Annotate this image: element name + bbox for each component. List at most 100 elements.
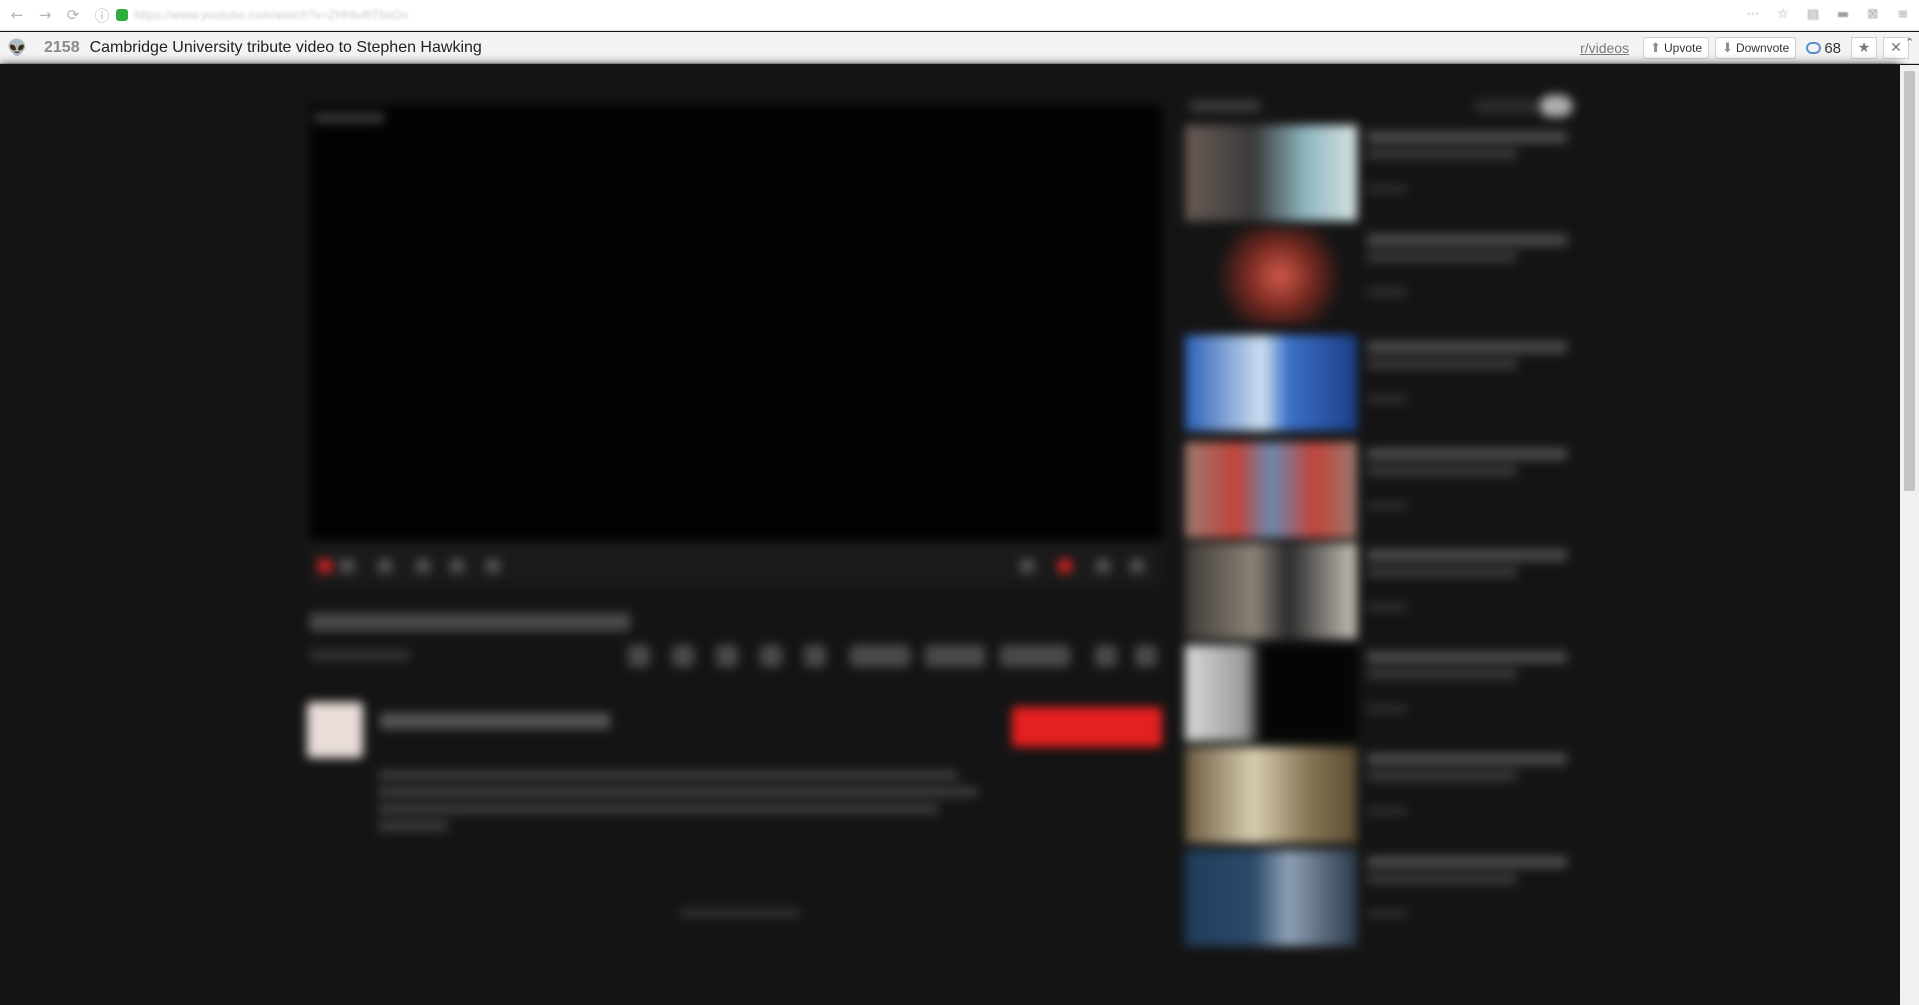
volume-icon[interactable]	[416, 559, 430, 573]
more-actions-icon[interactable]	[1095, 645, 1117, 667]
hd-settings-icon[interactable]	[1058, 559, 1072, 573]
info-icon[interactable]: ⓘ	[94, 4, 110, 26]
video-thumbnail[interactable]	[1185, 850, 1357, 946]
up-next-label	[1190, 100, 1260, 112]
video-title[interactable]	[1367, 448, 1567, 460]
time-display	[486, 559, 500, 573]
video-thumbnail[interactable]	[1185, 747, 1357, 843]
video-title[interactable]	[1367, 549, 1567, 561]
play-icon[interactable]	[340, 559, 354, 573]
video-thumbnail[interactable]	[1185, 125, 1357, 221]
progress-marker[interactable]	[318, 559, 332, 573]
time-display	[450, 559, 464, 573]
player-overlay-label	[314, 113, 384, 123]
comment-count: 68	[1824, 39, 1841, 57]
autoplay-toggle[interactable]	[1540, 95, 1572, 117]
library-icon[interactable]: ▤	[1805, 5, 1821, 23]
view-count	[1367, 502, 1407, 510]
video-thumbnail[interactable]	[1185, 442, 1357, 538]
share-icon[interactable]	[716, 645, 738, 667]
address-bar[interactable]: ⓘ https://www.youtube.com/watch?v=ZHHtvR…	[94, 4, 408, 26]
video-title[interactable]	[1367, 341, 1567, 353]
description-line	[378, 821, 448, 831]
captions-icon[interactable]	[1020, 559, 1034, 573]
downvote-button[interactable]: ⬇ Downvote	[1715, 37, 1797, 59]
video-thumbnail[interactable]	[1185, 228, 1357, 324]
video-thumbnail[interactable]	[1185, 335, 1357, 431]
video-thumbnail[interactable]	[1185, 543, 1357, 639]
like-icon[interactable]	[628, 645, 650, 667]
page-scrollbar[interactable]	[1900, 65, 1919, 1005]
video-title	[310, 613, 630, 631]
close-icon: ✕	[1890, 40, 1902, 56]
view-count	[310, 650, 410, 660]
menu-icon[interactable]: ≡	[1895, 5, 1911, 23]
comments-button[interactable]: 68	[1802, 37, 1845, 59]
next-icon[interactable]	[378, 559, 392, 573]
url-text[interactable]: https://www.youtube.com/watch?v=ZHHtvRTb…	[134, 8, 408, 22]
upvote-label: Upvote	[1664, 41, 1703, 55]
upvote-button[interactable]: ⬆ Upvote	[1643, 37, 1710, 59]
down-arrow-icon: ⬇	[1722, 40, 1733, 56]
video-title[interactable]	[1367, 234, 1567, 246]
recommended-video[interactable]	[1185, 645, 1585, 741]
bookmark-icon[interactable]: ☆	[1775, 5, 1791, 23]
share-button[interactable]	[1000, 645, 1070, 667]
up-arrow-icon: ⬆	[1650, 40, 1661, 56]
recommended-video[interactable]	[1185, 335, 1585, 431]
recommended-video[interactable]	[1185, 850, 1585, 946]
channel-name	[1367, 669, 1517, 679]
forward-icon[interactable]: →	[34, 4, 56, 26]
more-icon[interactable]: ⋯	[1745, 5, 1761, 23]
recommended-video[interactable]	[1185, 543, 1585, 639]
dislike-icon[interactable]	[672, 645, 694, 667]
video-title[interactable]	[1367, 856, 1567, 868]
back-icon[interactable]: ←	[6, 4, 28, 26]
more-icon[interactable]	[804, 645, 826, 667]
view-count	[1367, 705, 1407, 713]
theater-icon[interactable]	[1096, 559, 1110, 573]
channel-avatar[interactable]	[307, 702, 363, 758]
video-player[interactable]	[310, 105, 1162, 585]
scrollbar-thumb[interactable]	[1904, 71, 1915, 491]
recommended-video[interactable]	[1185, 442, 1585, 538]
save-icon[interactable]	[760, 645, 782, 667]
star-icon: ★	[1857, 40, 1871, 56]
extension-icon[interactable]: ▬	[1835, 5, 1851, 23]
video-title[interactable]	[1367, 753, 1567, 765]
channel-name[interactable]	[380, 713, 610, 729]
video-title[interactable]	[1367, 131, 1567, 143]
fullscreen-icon[interactable]	[1130, 559, 1144, 573]
recommended-video[interactable]	[1185, 125, 1585, 221]
video-thumbnail[interactable]	[1185, 645, 1357, 741]
post-score: 2158	[44, 38, 80, 56]
channel-name	[1367, 466, 1517, 476]
channel-name	[1367, 874, 1517, 884]
lock-icon	[116, 9, 128, 21]
subreddit-link[interactable]: r/videos	[1580, 40, 1629, 56]
view-count	[1367, 185, 1407, 193]
channel-name	[1367, 252, 1517, 262]
channel-name	[1367, 149, 1517, 159]
like-button[interactable]	[850, 645, 910, 667]
browser-toolbar-icons: ⋯ ☆ ▤ ▬ ⊠ ≡	[1745, 5, 1911, 23]
comment-bubble-icon	[1806, 42, 1822, 54]
video-title[interactable]	[1367, 651, 1567, 663]
more-actions-icon[interactable]	[1135, 645, 1157, 667]
browser-toolbar: ← → ⟳ ⓘ https://www.youtube.com/watch?v=…	[0, 0, 1919, 31]
save-button[interactable]: ★	[1851, 37, 1877, 59]
post-title[interactable]: Cambridge University tribute video to St…	[90, 39, 482, 57]
subscribe-button[interactable]	[1012, 707, 1162, 747]
recommended-video[interactable]	[1185, 747, 1585, 843]
reddit-toolbar-actions: r/videos ⬆ Upvote ⬇ Downvote 68 ★ ✕	[1580, 36, 1909, 60]
extension-icon[interactable]: ⊠	[1865, 5, 1881, 23]
reddit-alien-icon[interactable]: 👽	[5, 36, 29, 60]
reload-icon[interactable]: ⟳	[62, 4, 84, 26]
downvote-label: Downvote	[1735, 41, 1790, 55]
recommended-video[interactable]	[1185, 228, 1585, 324]
dislike-button[interactable]	[925, 645, 985, 667]
description-line	[378, 787, 978, 797]
channel-name	[1367, 359, 1517, 369]
show-more-link[interactable]	[680, 908, 800, 918]
scroll-up-icon[interactable]: ⌃	[1905, 36, 1917, 49]
